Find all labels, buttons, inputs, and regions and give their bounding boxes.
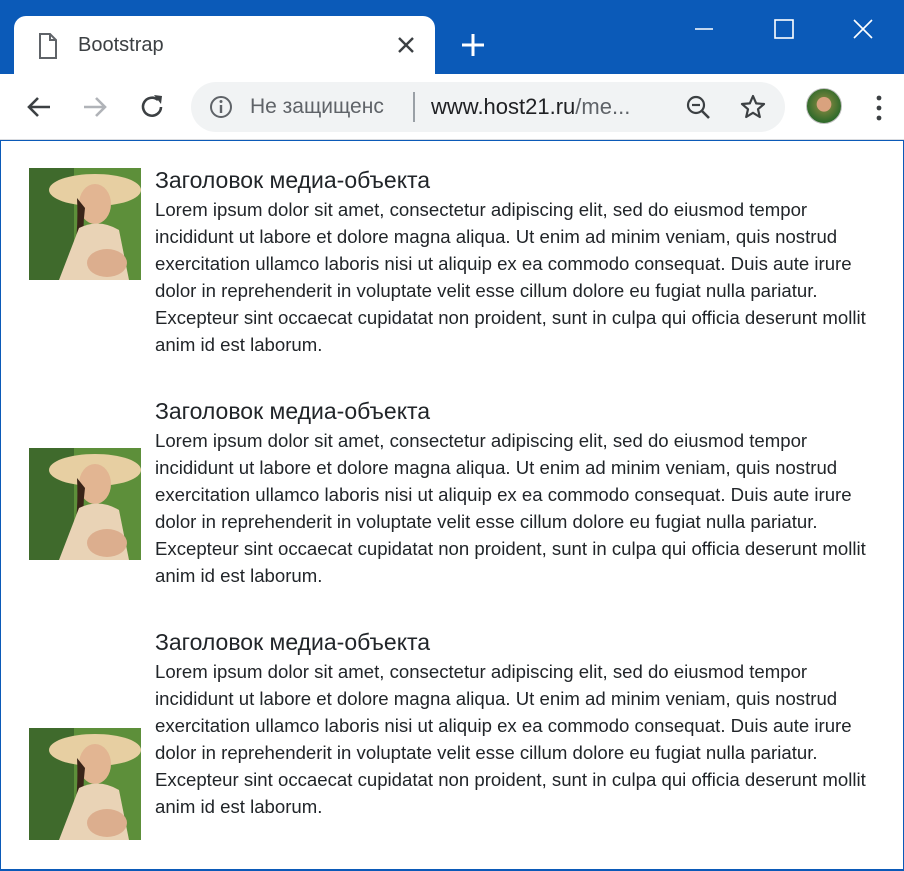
menu-dots-icon[interactable] [870,94,888,122]
url-host: www.host21.ru [431,94,576,119]
browser-tab[interactable]: Bootstrap [14,16,435,74]
media-body: Заголовок медиа-объекта Lorem ipsum dolo… [155,397,885,589]
tab-title: Bootstrap [78,34,164,56]
new-tab-icon[interactable] [460,32,486,58]
media-body: Заголовок медиа-объекта Lorem ipsum dolo… [155,166,885,358]
reload-icon[interactable] [137,92,167,122]
profile-avatar[interactable] [806,88,842,124]
zoom-out-icon[interactable] [685,94,711,120]
page-icon [39,33,57,59]
browser-toolbar: Не защищенс www.host21.ru/me... [0,74,904,140]
media-image [29,448,141,560]
media-text: Lorem ipsum dolor sit amet, consectetur … [155,661,866,817]
woman-photo-icon [29,168,141,280]
media-text: Lorem ipsum dolor sit amet, consectetur … [155,430,866,586]
media-image [29,728,141,840]
url-text[interactable]: www.host21.ru/me... [431,94,630,120]
info-icon[interactable] [209,95,233,119]
security-status[interactable]: Не защищенс [250,95,384,119]
forward-arrow-icon[interactable] [80,92,110,122]
url-path: /me... [575,94,631,119]
media-body: Заголовок медиа-объекта Lorem ipsum dolo… [155,628,885,820]
media-image [29,168,141,280]
woman-photo-icon [29,448,141,560]
close-window-icon[interactable] [848,14,878,44]
maximize-icon[interactable] [769,14,799,44]
woman-photo-icon [29,728,141,840]
media-heading: Заголовок медиа-объекта [155,629,431,655]
back-arrow-icon[interactable] [24,92,54,122]
close-tab-icon[interactable] [395,34,417,56]
page-content: Заголовок медиа-объекта Lorem ipsum dolo… [1,141,903,869]
media-heading: Заголовок медиа-объекта [155,398,431,424]
media-heading: Заголовок медиа-объекта [155,167,431,193]
media-text: Lorem ipsum dolor sit amet, consectetur … [155,199,866,355]
title-bar: Bootstrap [0,0,904,74]
minimize-icon[interactable] [689,14,719,44]
bookmark-star-icon[interactable] [739,93,767,121]
address-bar[interactable]: Не защищенс www.host21.ru/me... [191,82,785,132]
address-separator [413,92,415,122]
